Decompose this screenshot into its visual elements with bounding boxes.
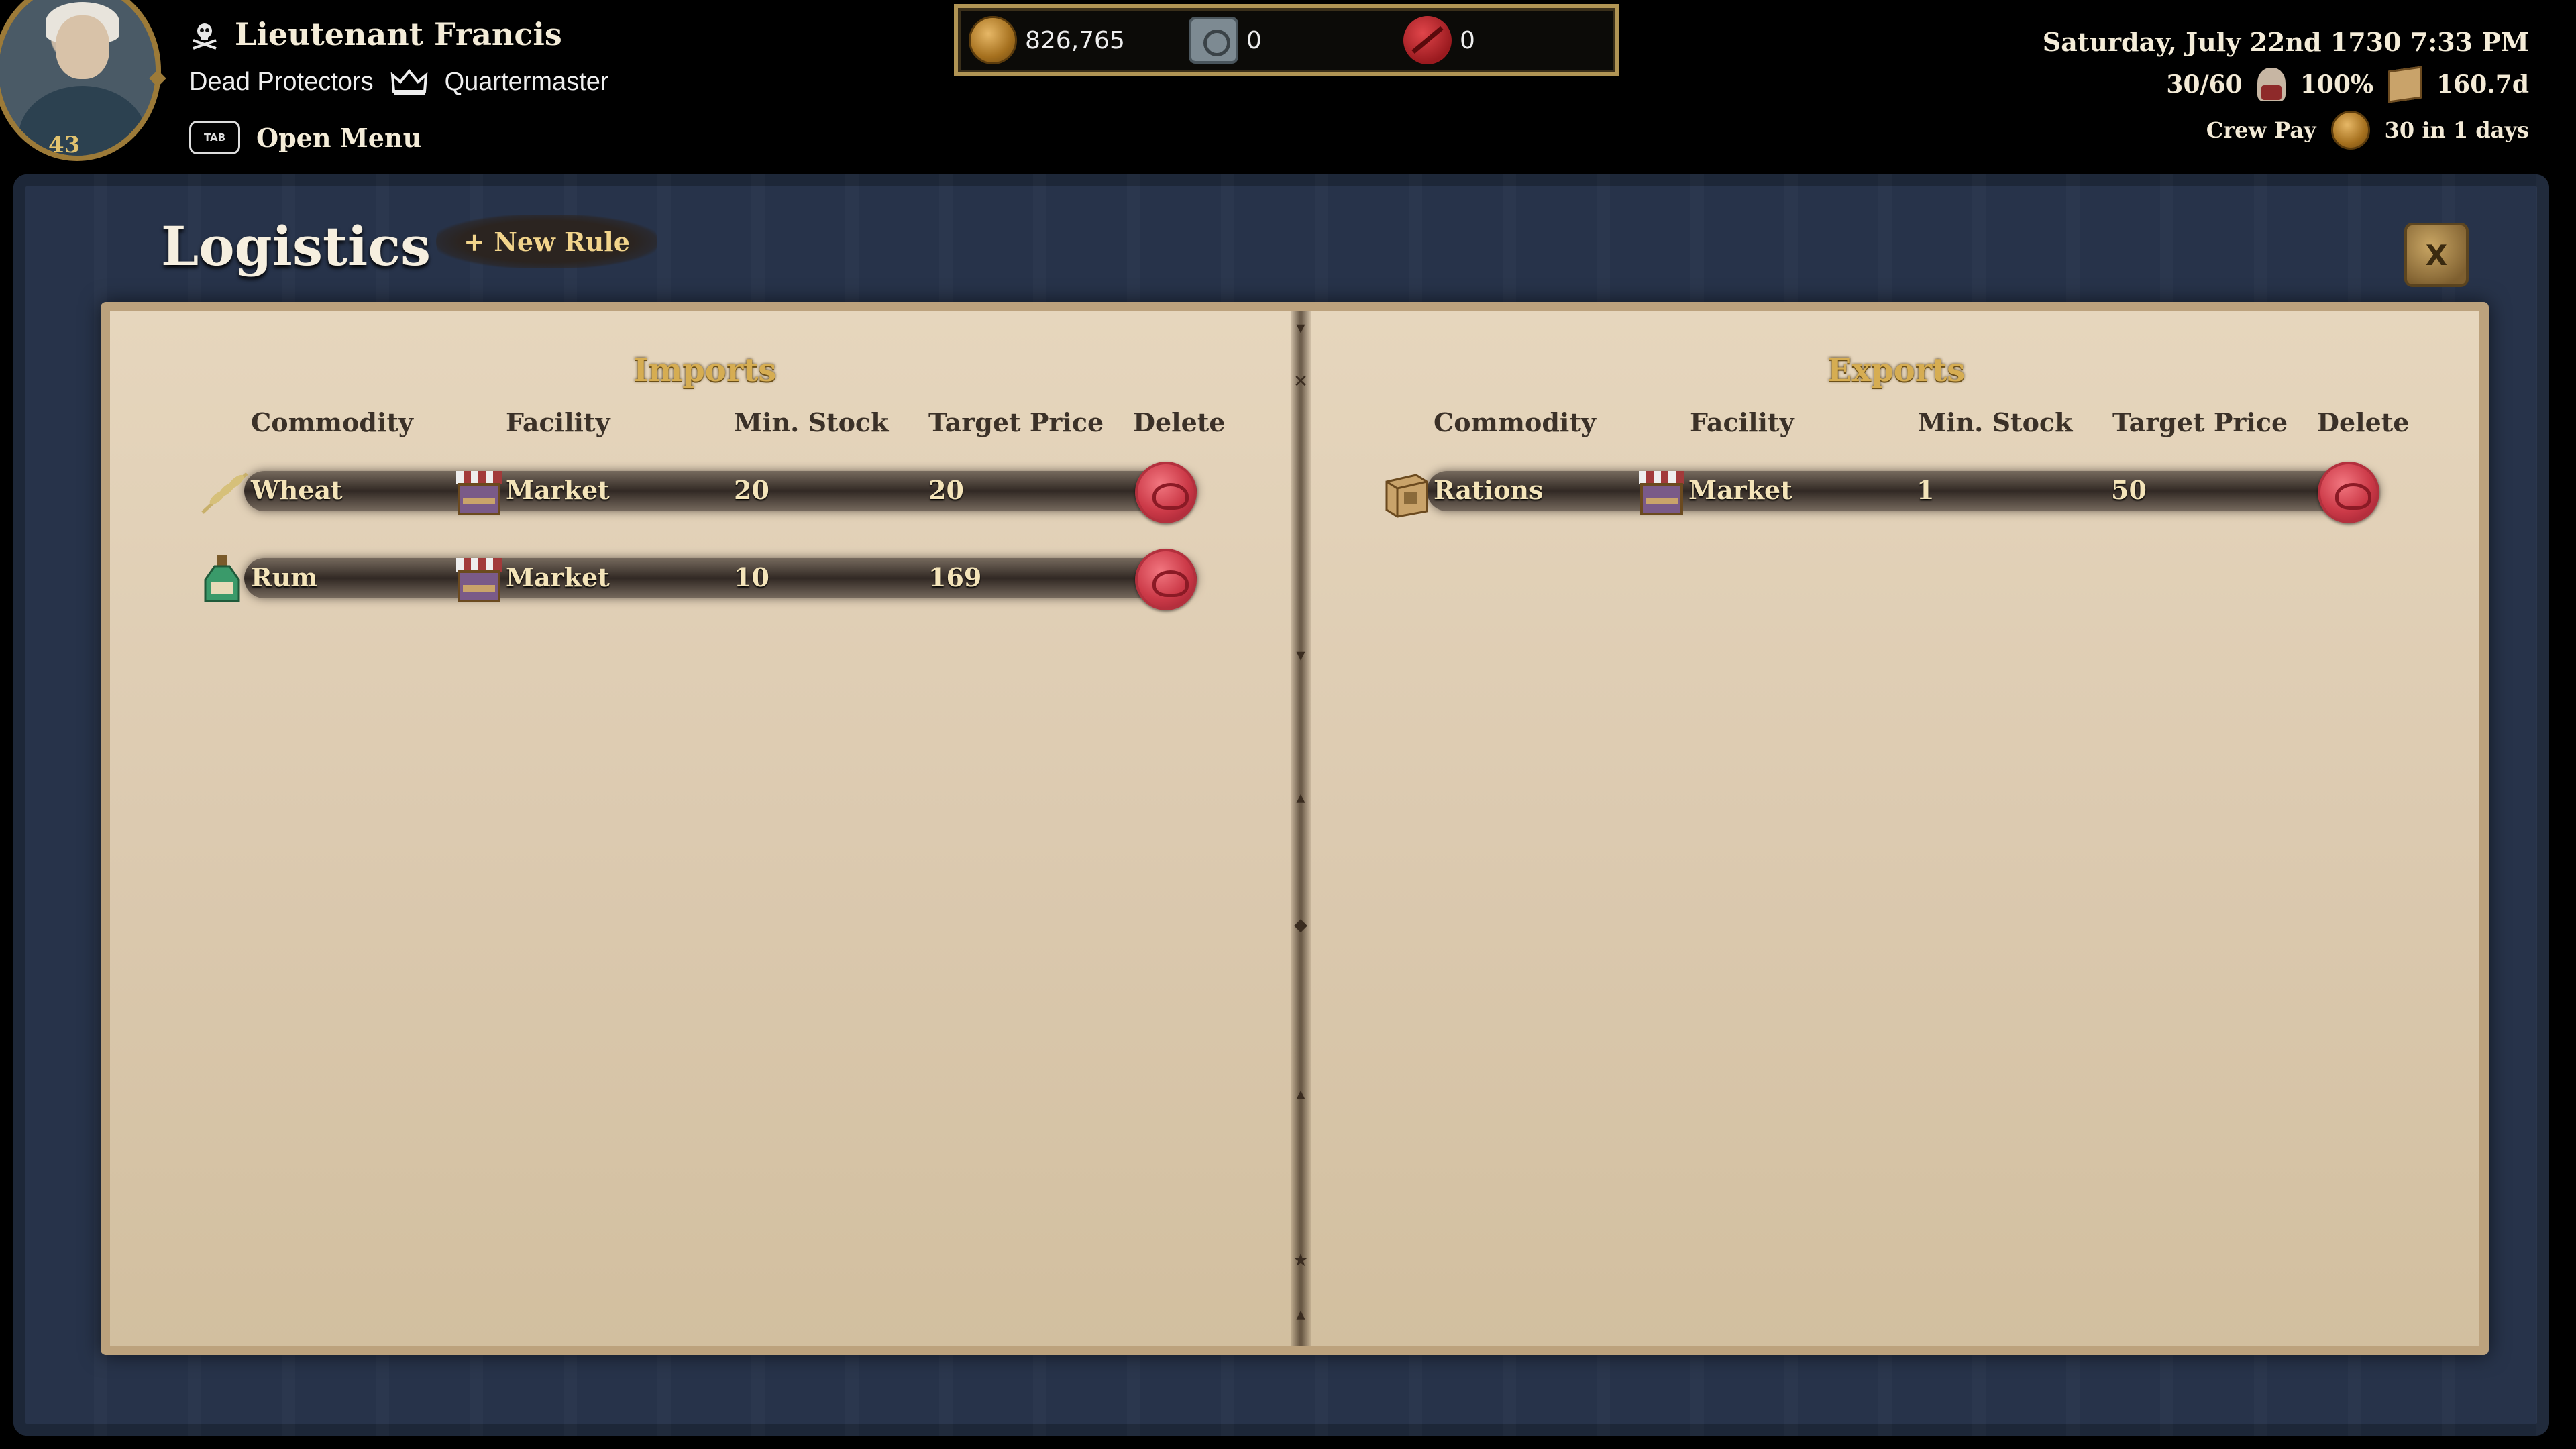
resource-bar: 826,765 0 0	[954, 4, 1619, 76]
book-spine	[1291, 311, 1311, 1346]
target-price-value[interactable]: 20	[928, 475, 964, 505]
market-stall-icon	[456, 471, 502, 515]
delete-seal-button[interactable]	[1135, 549, 1197, 610]
gold-coin-icon	[969, 16, 1017, 64]
captain-name-row: Lieutenant Francis	[189, 15, 562, 54]
safe-icon	[1189, 17, 1238, 64]
col-facility: Facility	[1690, 407, 1794, 437]
spine-ornament: ▴	[1296, 1084, 1305, 1104]
spine-ornament: ◆	[1294, 915, 1307, 935]
faction-row: Dead Protectors Quartermaster	[189, 67, 609, 97]
portrait-face	[56, 15, 109, 79]
skull-crossbones-icon	[193, 23, 217, 50]
rations-crate-icon	[1385, 474, 1428, 518]
delete-seal-button[interactable]	[1135, 462, 1197, 523]
exports-page: Exports Commodity Facility Min. Stock Ta…	[1311, 311, 2489, 1346]
col-delete: Delete	[2317, 407, 2410, 437]
imports-page: Imports Commodity Facility Min. Stock Ta…	[110, 311, 1291, 1346]
col-commodity: Commodity	[251, 407, 413, 437]
status-panel: Saturday, July 22nd 1730 7:33 PM 30/60 1…	[2043, 27, 2529, 150]
facility-name: Market	[1688, 475, 1792, 505]
safe-amount: 0	[1246, 26, 1262, 54]
min-stock-value[interactable]: 10	[734, 562, 769, 592]
facility-name: Market	[506, 475, 610, 505]
faction-name: Dead Protectors	[189, 67, 374, 96]
col-commodity: Commodity	[1434, 407, 1596, 437]
imports-title: Imports	[633, 352, 777, 389]
commodity-name: Wheat	[251, 475, 343, 505]
col-min-stock: Min. Stock	[1918, 407, 2073, 437]
morale-value: 100%	[2300, 70, 2374, 99]
import-rule-row[interactable]: Rum Market 10 169	[197, 546, 1217, 610]
delete-seal-button[interactable]	[2318, 462, 2379, 523]
ledger-book: ▾ ✕ ▾ ▴ ◆ ▴ ★ ▴ Imports Commodity Facili…	[101, 302, 2489, 1355]
infamy-resource: 0	[1403, 16, 1475, 64]
crew-pay-value: 30 in 1 days	[2384, 117, 2529, 143]
logistics-panel: Logistics + New Rule X ▾ ✕ ▾ ▴ ◆ ▴ ★ ▴ I…	[13, 174, 2549, 1436]
crown-icon	[390, 68, 427, 95]
role-name: Quartermaster	[444, 67, 609, 96]
gold-resource: 826,765	[969, 16, 1125, 64]
ship-stats: 30/60 100% 160.7d	[2043, 66, 2529, 103]
export-rule-row[interactable]: Rations Market 1 50	[1380, 459, 2400, 523]
portrait-coat	[19, 86, 146, 156]
spine-ornament: ★	[1293, 1250, 1309, 1271]
infamy-amount: 0	[1460, 26, 1475, 54]
row-band	[1427, 471, 2379, 511]
gold-amount: 826,765	[1025, 26, 1125, 54]
crew-icon	[2257, 68, 2286, 101]
page-title: Logistics	[161, 215, 431, 278]
col-target-price: Target Price	[928, 407, 1104, 437]
open-menu-row[interactable]: TAB Open Menu	[189, 121, 421, 154]
rations-icon	[2388, 66, 2422, 103]
spine-ornament: ▴	[1296, 788, 1305, 808]
target-price-value[interactable]: 50	[2111, 475, 2147, 505]
import-rule-row[interactable]: Wheat Market 20 20	[197, 459, 1217, 523]
row-band	[244, 558, 1197, 598]
market-stall-icon	[456, 558, 502, 602]
spine-ornament: ▴	[1296, 1304, 1305, 1324]
open-menu-label[interactable]: Open Menu	[256, 123, 421, 153]
wheat-icon	[201, 472, 248, 514]
spine-ornament: ▾	[1296, 318, 1305, 338]
min-stock-value[interactable]: 20	[734, 475, 769, 505]
col-delete: Delete	[1133, 407, 1226, 437]
safe-resource: 0	[1189, 17, 1262, 64]
facility-name: Market	[506, 562, 610, 592]
top-hud: 43 Lieutenant Francis Dead Protectors Qu…	[0, 0, 2576, 174]
close-button[interactable]: X	[2404, 223, 2469, 287]
row-band	[244, 471, 1197, 511]
commodity-name: Rations	[1434, 475, 1544, 505]
crew-count: 30/60	[2166, 70, 2243, 99]
captain-level: 43	[48, 131, 80, 158]
col-facility: Facility	[506, 407, 610, 437]
min-stock-value[interactable]: 1	[1917, 475, 1934, 505]
crew-pay-row: Crew Pay 30 in 1 days	[2043, 111, 2529, 150]
crew-pay-label: Crew Pay	[2206, 117, 2316, 143]
spine-ornament: ✕	[1293, 372, 1308, 392]
captain-portrait[interactable]	[0, 0, 161, 161]
new-rule-button[interactable]: + New Rule	[436, 215, 657, 268]
tab-key-icon: TAB	[189, 121, 240, 154]
gold-coin-icon	[2330, 111, 2370, 150]
game-date: Saturday, July 22nd 1730 7:33 PM	[2042, 27, 2529, 57]
col-target-price: Target Price	[2112, 407, 2288, 437]
rum-bottle-icon	[204, 555, 240, 602]
captain-name: Lieutenant Francis	[235, 16, 562, 52]
infamy-icon	[1403, 16, 1452, 64]
spine-ornament: ▾	[1296, 645, 1305, 665]
col-min-stock: Min. Stock	[734, 407, 889, 437]
rations-days: 160.7d	[2436, 70, 2529, 99]
market-stall-icon	[1639, 471, 1684, 515]
commodity-name: Rum	[251, 562, 318, 592]
exports-title: Exports	[1827, 352, 1966, 389]
target-price-value[interactable]: 169	[928, 562, 981, 592]
